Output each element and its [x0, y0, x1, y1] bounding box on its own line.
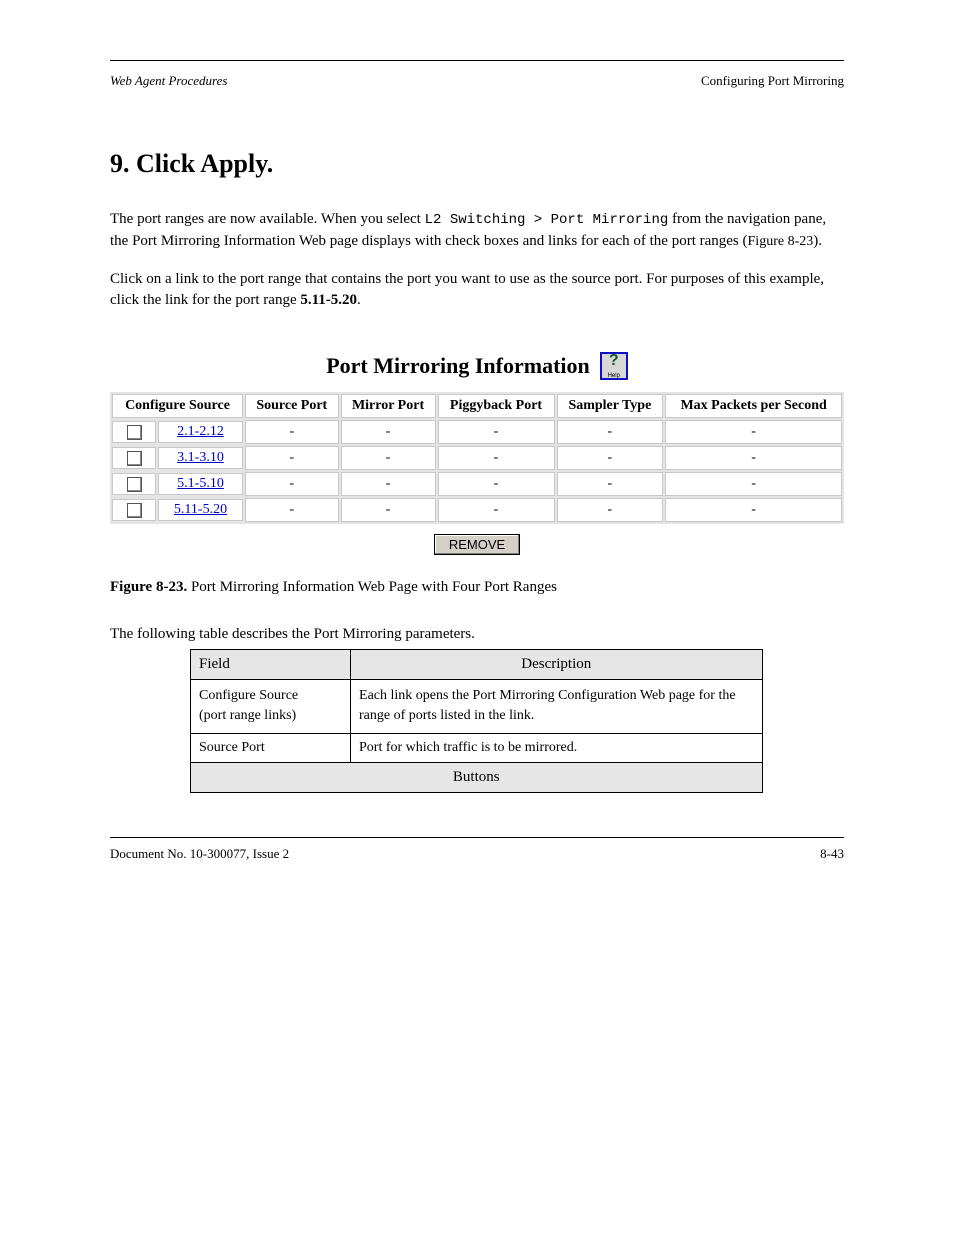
step-heading: 9. Click Apply. [110, 149, 844, 179]
desc-cell: Each link opens the Port Mirroring Confi… [351, 680, 763, 734]
col-piggyback-port: Piggyback Port [438, 394, 555, 418]
col-configure-source: Configure Source [112, 394, 243, 418]
footer-right: 8-43 [820, 846, 844, 862]
field-cell: Source Port [191, 733, 351, 762]
table-row: 3.1-3.10 - - - - - [112, 446, 842, 470]
table-row: 2.1-2.12 - - - - - [112, 420, 842, 444]
col-max-pps: Max Packets per Second [665, 394, 842, 418]
col-mirror-port: Mirror Port [341, 394, 436, 418]
port-range-link[interactable]: 5.11-5.20 [174, 502, 227, 518]
paragraph-2: Click on a link to the port range that c… [110, 269, 844, 313]
header-right: Configuring Port Mirroring [701, 73, 844, 89]
header-left: Web Agent Procedures [110, 73, 227, 89]
row-checkbox[interactable] [127, 477, 142, 492]
table-row: 5.1-5.10 - - - - - [112, 472, 842, 496]
figure-title: Port Mirroring Information [326, 353, 590, 379]
row-checkbox[interactable] [127, 451, 142, 466]
field-cell: Configure Source (port range links) [191, 680, 351, 734]
col-source-port: Source Port [245, 394, 339, 418]
footer-left: Document No. 10-300077, Issue 2 [110, 846, 289, 862]
desc-intro: The following table describes the Port M… [110, 626, 844, 643]
help-icon[interactable] [600, 352, 628, 380]
col-field: Field [191, 650, 351, 680]
port-range-link[interactable]: 5.1-5.10 [177, 476, 224, 492]
paragraph-1: The port ranges are now available. When … [110, 209, 844, 253]
port-range-link[interactable]: 2.1-2.12 [177, 424, 224, 440]
figure-ref-link[interactable]: Figure 8-23 [748, 234, 814, 249]
row-checkbox[interactable] [127, 503, 142, 518]
table-row: 5.11-5.20 - - - - - [112, 498, 842, 522]
figure-caption: Figure 8-23. Port Mirroring Information … [110, 579, 844, 596]
remove-button[interactable]: REMOVE [434, 534, 520, 555]
col-description: Description [351, 650, 763, 680]
col-sampler-type: Sampler Type [557, 394, 664, 418]
desc-cell: Port for which traffic is to be mirrored… [351, 733, 763, 762]
port-mirroring-table: Configure Source Source Port Mirror Port… [110, 392, 844, 524]
row-checkbox[interactable] [127, 425, 142, 440]
params-table: Field Description Configure Source (port… [190, 649, 763, 793]
port-range-link[interactable]: 3.1-3.10 [177, 450, 224, 466]
buttons-row: Buttons [191, 762, 763, 792]
